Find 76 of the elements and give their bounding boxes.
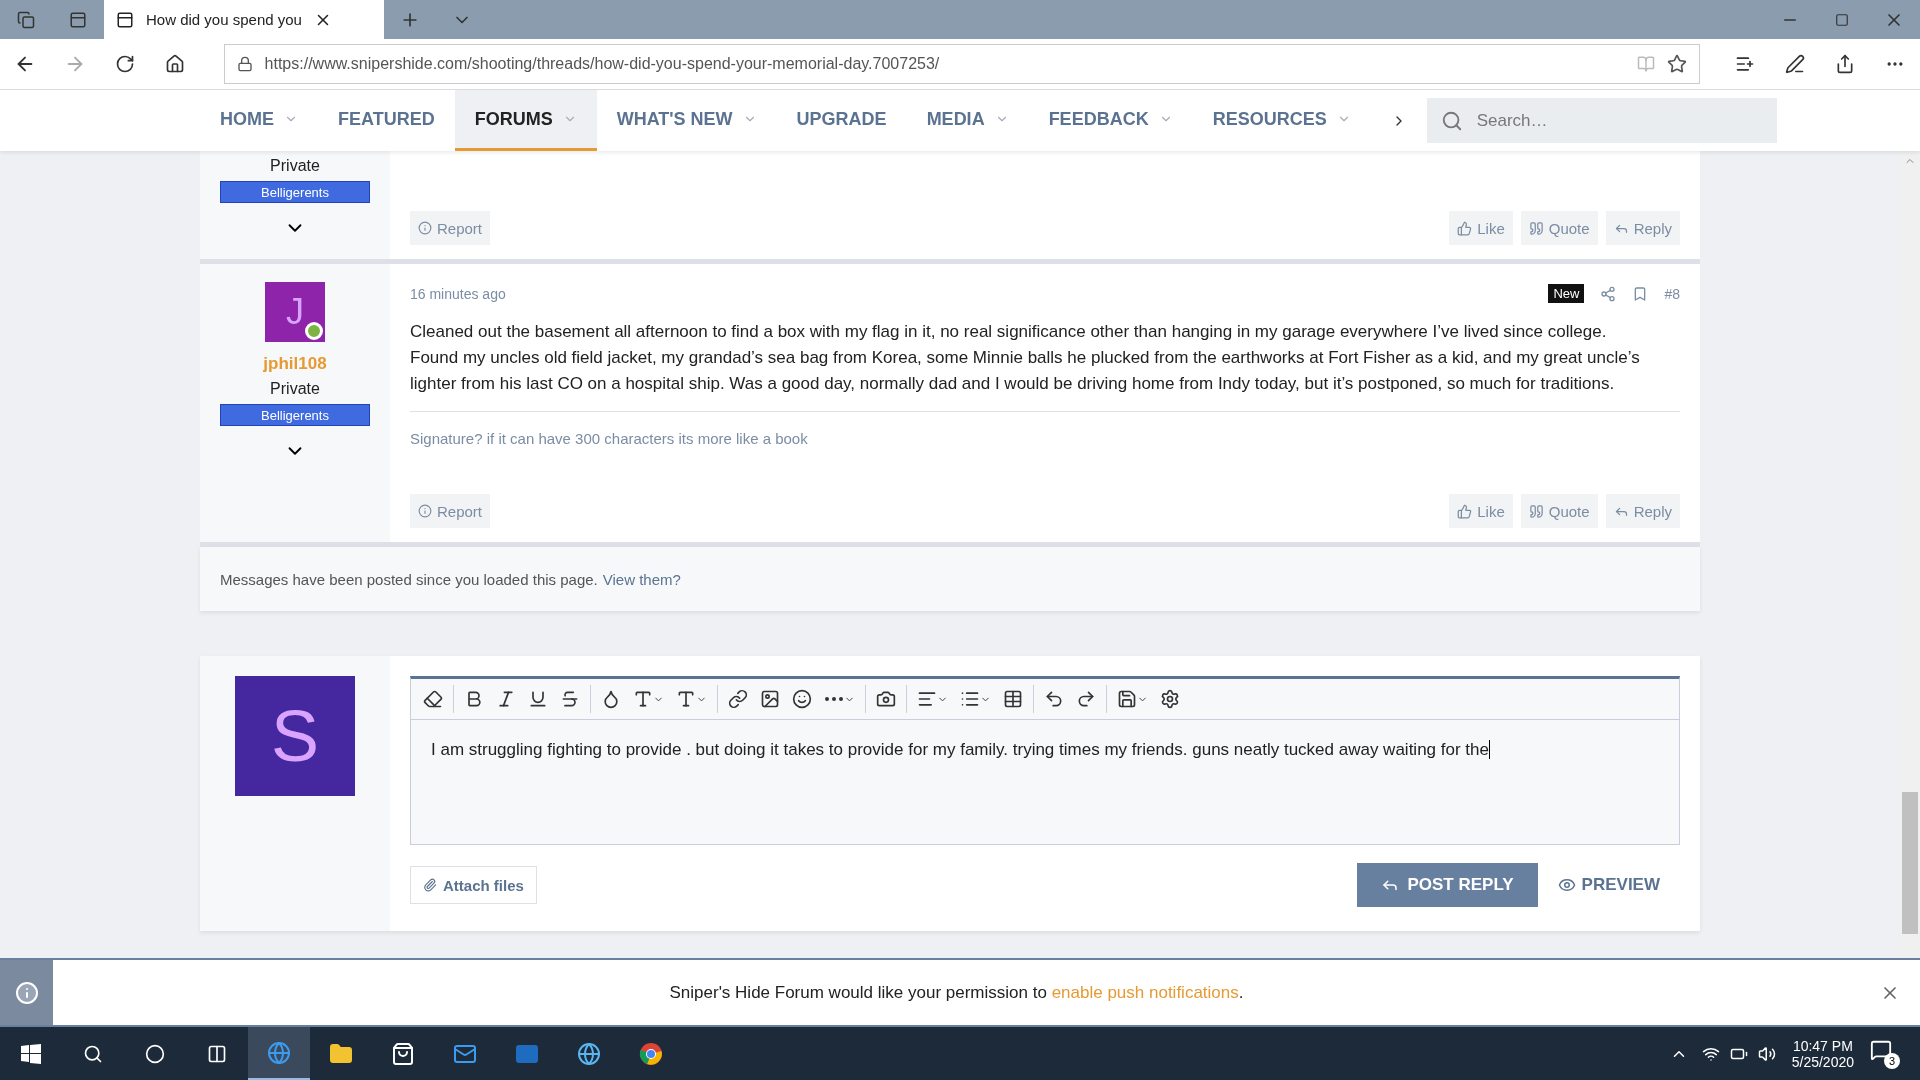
align-left-icon <box>917 689 937 709</box>
lock-icon <box>236 56 253 72</box>
preview-button[interactable]: PREVIEW <box>1537 863 1680 907</box>
text-size-icon <box>676 689 696 709</box>
settings-icon <box>1160 689 1180 709</box>
nav-tab[interactable]: FORUMS <box>454 90 597 151</box>
user-rank: Private <box>270 157 320 175</box>
address-bar[interactable]: https://www.snipershide.com/shooting/threads/how-did-you-spend-your-memorial-day.7007253/ <box>223 44 1701 84</box>
info-icon <box>418 504 432 518</box>
post-reply-button[interactable]: POST REPLY <box>1357 863 1538 907</box>
quote-button[interactable]: Quote <box>1520 211 1598 245</box>
paperclip-icon <box>423 878 437 892</box>
attach-files-button[interactable]: Attach files <box>410 866 537 904</box>
post-time[interactable]: 16 minutes ago <box>410 285 506 302</box>
strikethrough-icon <box>560 689 580 709</box>
quote-icon <box>1528 503 1544 519</box>
tab-title: How did you spend you <box>146 11 302 28</box>
notification-count: 3 <box>1884 1052 1900 1069</box>
droplet-icon <box>601 689 621 709</box>
nav-tab[interactable]: FEATURED <box>318 90 455 151</box>
user-rank: Private <box>270 380 320 398</box>
save-icon <box>1117 689 1137 709</box>
quote-icon <box>1528 220 1544 236</box>
camera-icon <box>876 689 896 709</box>
font-icon <box>633 689 653 709</box>
smile-icon <box>792 689 812 709</box>
search-field[interactable]: Search… <box>1426 98 1777 143</box>
clock-date[interactable]: 5/25/2020 <box>1791 1053 1854 1070</box>
more-icon <box>824 696 844 702</box>
new-badge: New <box>1548 284 1585 303</box>
push-prompt: Sniper's Hide Forum would like your permission to enable push notifications. <box>668 982 1245 1003</box>
report-button[interactable]: Report <box>410 211 491 245</box>
post-body: Cleaned out the basement all afternoon to find a box with my flag in it, no real significance other than hanging in my garage everywhere I’ve lived since college. Found my uncles old field jacket, my grandad’s sea bag from Korea, some Minnie balls he plucked from the earthworks at Fort Fisher as a kid, and my great uncle’s lighter from his last CO on a hospital ship. Was a good day, normally dad and I would be driving home from Indy today, but it’s postponed, so much for traditions. <box>410 321 1641 395</box>
info-icon <box>14 980 39 1005</box>
eraser-icon <box>423 689 443 709</box>
nav-tab[interactable]: FEEDBACK <box>1028 90 1193 151</box>
user-banner: Belligerents <box>220 404 370 426</box>
page-icon <box>116 10 134 29</box>
thumbs-up-icon <box>1457 503 1473 519</box>
notice-text: Messages have been posted since you loaded this page. <box>220 570 598 588</box>
quote-button[interactable]: Quote <box>1520 494 1598 528</box>
like-button[interactable]: Like <box>1449 211 1513 245</box>
user-banner: Belligerents <box>220 181 370 203</box>
italic-icon <box>496 689 516 709</box>
redo-icon <box>1076 689 1096 709</box>
volume-icon[interactable] <box>1757 1044 1776 1063</box>
nav-tab[interactable]: WHAT'S NEW <box>596 90 777 151</box>
user-avatar[interactable]: J <box>265 282 325 342</box>
browser-icon[interactable] <box>248 1027 310 1080</box>
user-avatar[interactable]: S <box>235 676 355 796</box>
underline-icon <box>528 689 548 709</box>
report-button[interactable]: Report <box>410 494 491 528</box>
info-icon <box>418 221 432 235</box>
image-icon <box>760 689 780 709</box>
table-icon <box>1003 689 1023 709</box>
search-icon <box>1440 109 1463 132</box>
reply-button[interactable]: Reply <box>1605 494 1680 528</box>
post-number[interactable]: #8 <box>1664 285 1680 302</box>
message-field[interactable]: I am struggling fighting to provide . but doing it takes to provide for my family. trying times my friends. guns neatly tucked away waiting for the <box>410 719 1680 845</box>
book-icon <box>1637 55 1656 73</box>
list-icon <box>960 689 980 709</box>
clock-time[interactable]: 10:47 PM <box>1792 1037 1853 1054</box>
thumbs-up-icon <box>1457 220 1473 236</box>
star-icon <box>1667 54 1688 74</box>
nav-tab[interactable]: RESOURCES <box>1192 90 1371 151</box>
eye-icon <box>1557 876 1576 894</box>
nav-tab[interactable]: HOME <box>200 90 318 151</box>
undo-icon <box>1044 689 1064 709</box>
like-button[interactable]: Like <box>1449 494 1513 528</box>
browser-tab[interactable]: How did you spend you <box>104 0 384 39</box>
nav-tab[interactable]: UPGRADE <box>776 90 907 151</box>
view-link[interactable]: View them? <box>602 570 681 588</box>
reply-button[interactable]: Reply <box>1605 211 1680 245</box>
link-icon <box>728 689 748 709</box>
signature: Signature? if it can have 300 characters its more like a book <box>410 430 808 447</box>
nav-tab[interactable]: MEDIA <box>906 90 1029 151</box>
